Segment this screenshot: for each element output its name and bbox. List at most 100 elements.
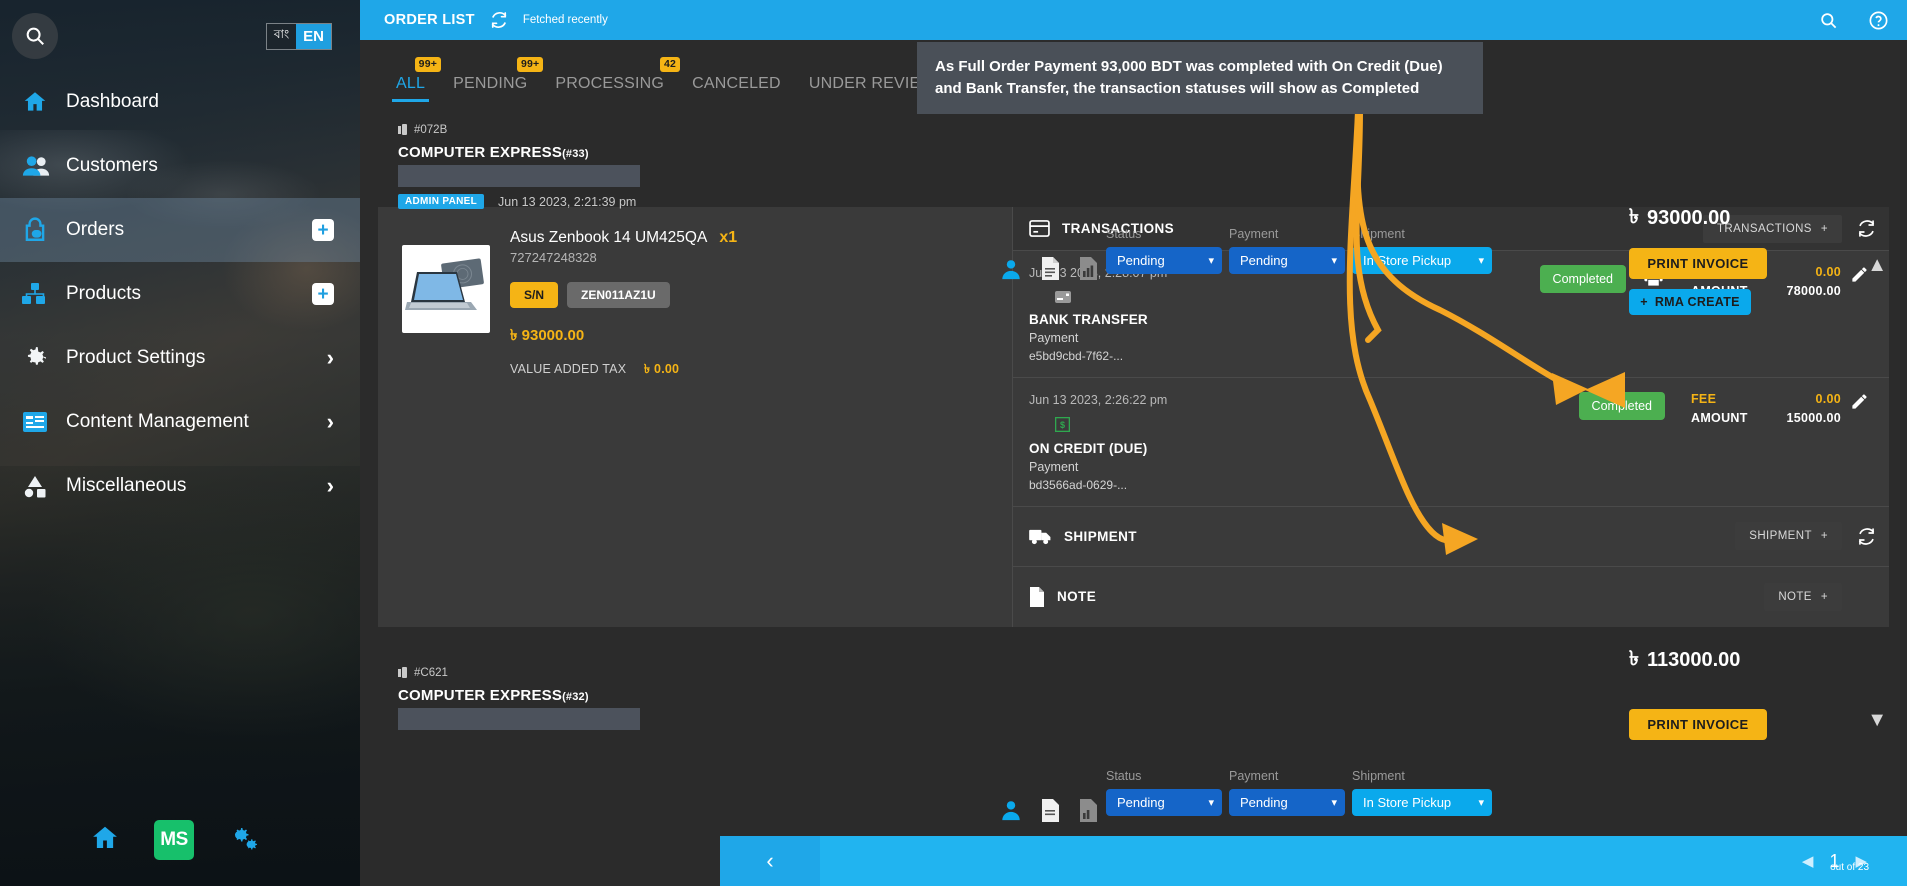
serial-number-label: S/N — [510, 282, 559, 308]
customer-ref: (#32) — [562, 690, 589, 703]
fee-value: 0.00 — [1815, 391, 1841, 406]
sidebar-search-button[interactable] — [12, 13, 58, 59]
ms-logo[interactable]: MS — [154, 820, 194, 860]
language-toggle[interactable]: বাং EN — [265, 22, 332, 50]
tab-processing[interactable]: 42 PROCESSING — [541, 57, 681, 102]
pagination-controls: ◀ 1 ▶ out of 23 — [1802, 851, 1907, 873]
settings-icon-footer[interactable] — [228, 824, 258, 857]
customer-profile-icon[interactable] — [1000, 258, 1022, 285]
sidebar-item-products[interactable]: Products + — [0, 262, 360, 326]
tab-canceled[interactable]: CANCELED — [678, 75, 795, 102]
tab-label: CANCELED — [692, 75, 781, 92]
bank-card-icon — [1055, 290, 1237, 308]
vat-label: VALUE ADDED TAX — [510, 362, 627, 376]
sidebar-item-product-settings[interactable]: Product Settings › — [0, 326, 360, 390]
add-product-button[interactable]: + — [312, 283, 334, 305]
order-total-value: 113000.00 — [1646, 648, 1741, 671]
tab-all[interactable]: 99+ ALL — [382, 57, 442, 102]
truck-icon — [1029, 529, 1051, 544]
payment-value: Pending — [1240, 794, 1288, 810]
shipment-title-group: SHIPMENT — [1029, 528, 1735, 545]
expand-order-button[interactable]: ▼ — [1867, 709, 1887, 732]
sidebar-item-miscellaneous[interactable]: Miscellaneous › — [0, 454, 360, 518]
shipment-select[interactable]: In Store Pickup ▾ — [1352, 788, 1492, 816]
sidebar-label: Customers — [66, 155, 158, 176]
tab-badge: 99+ — [414, 57, 442, 73]
status-select[interactable]: Pending ▾ — [1106, 247, 1222, 274]
status-select[interactable]: Pending ▾ — [1106, 788, 1222, 816]
status-label: Status — [1106, 768, 1142, 783]
sidebar-item-content-management[interactable]: Content Management › — [0, 390, 360, 454]
prev-page-button[interactable]: ◀ — [1802, 852, 1814, 870]
print-invoice-button[interactable]: PRINT INVOICE — [1629, 248, 1767, 279]
shipment-select[interactable]: In Store Pickup ▾ — [1352, 247, 1492, 274]
order-summary-actions: ৳ 113000.00 PRINT INVOICE — [1629, 644, 1889, 740]
serial-number-value[interactable]: ZEN011AZ1U — [567, 282, 670, 308]
order-total: ৳ 93000.00 — [1629, 202, 1889, 235]
status-value: Pending — [1117, 253, 1165, 268]
status-select-group: Status Pending ▾ — [1106, 227, 1222, 274]
add-order-button[interactable]: + — [312, 219, 334, 241]
serial-number-row: S/N ZEN011AZ1U — [510, 282, 737, 308]
transaction-status-badge[interactable]: Completed — [1539, 265, 1626, 293]
order-total-value: 93000.00 — [1646, 207, 1731, 229]
rma-create-button[interactable]: + RMA CREATE — [1629, 289, 1751, 315]
order-date: Jun 13 2023, 2:21:39 pm — [498, 194, 637, 209]
shipment-panel-header: SHIPMENT SHIPMENT + — [1013, 507, 1889, 567]
payment-select[interactable]: Pending ▾ — [1229, 788, 1345, 816]
currency-symbol: ৳ — [510, 327, 518, 344]
chevron-down-icon: ▾ — [1478, 255, 1484, 267]
transaction-reference: bd3566ad-0629-... — [1029, 477, 1128, 492]
back-button[interactable]: ‹ — [720, 836, 820, 886]
amount-label: AMOUNT — [1691, 410, 1748, 425]
add-note-button[interactable]: NOTE + — [1764, 582, 1842, 611]
customer-profile-icon[interactable] — [1000, 799, 1022, 826]
tab-pending[interactable]: 99+ PENDING — [439, 57, 544, 102]
refresh-icon[interactable] — [489, 10, 509, 30]
collapse-order-button[interactable]: ▲ — [1867, 254, 1887, 277]
refresh-shipment-icon[interactable] — [1856, 526, 1877, 547]
tab-badge: 99+ — [516, 57, 544, 73]
sidebar-item-orders[interactable]: Orders + — [0, 198, 360, 262]
amount-value: 15000.00 — [1786, 410, 1841, 425]
vat-amount: ৳ 0.00 — [644, 362, 679, 376]
help-icon[interactable] — [1868, 10, 1889, 31]
page-title: ORDER LIST — [384, 12, 475, 28]
order-id: #072B — [414, 124, 448, 136]
fee-label: FEE — [1691, 391, 1717, 406]
vat-value: 0.00 — [654, 362, 680, 376]
rma-create-label: RMA CREATE — [1654, 295, 1740, 309]
payment-select[interactable]: Pending ▾ — [1229, 247, 1345, 274]
lang-option-en[interactable]: EN — [296, 23, 331, 49]
sidebar-item-customers[interactable]: Customers — [0, 134, 360, 198]
product-sku: 727247248328 — [510, 250, 597, 265]
search-icon[interactable] — [1819, 11, 1838, 30]
pagination-bar: ‹ ◀ 1 ▶ out of 23 — [720, 836, 1907, 886]
add-shipment-button[interactable]: SHIPMENT + — [1735, 522, 1842, 551]
misc-icon — [22, 474, 66, 498]
tab-label: PROCESSING — [555, 75, 665, 92]
currency-symbol: ৳ — [1629, 647, 1639, 670]
order-report-icon[interactable] — [1078, 798, 1098, 827]
transaction-status-badge[interactable]: Completed — [1578, 391, 1665, 420]
sidebar-item-dashboard[interactable]: Dashboard — [0, 70, 360, 134]
edit-transaction-button[interactable] — [1841, 392, 1877, 411]
boxes-icon — [22, 282, 66, 306]
transaction-row: Jun 13 2023, 2:26:22 pm $ ON CREDIT (DUE… — [1013, 378, 1889, 507]
transaction-amounts: FEE 0.00 AMOUNT 15000.00 — [1691, 392, 1841, 425]
print-invoice-button[interactable]: PRINT INVOICE — [1629, 708, 1767, 740]
order-document-icon[interactable] — [1040, 257, 1060, 285]
plus-icon: + — [1820, 530, 1828, 543]
tag-icon — [398, 124, 407, 135]
chevron-right-icon: › — [326, 409, 334, 434]
order-document-icon[interactable] — [1040, 798, 1060, 827]
tab-label: PENDING — [453, 75, 528, 92]
home-icon-footer[interactable] — [90, 823, 120, 858]
transaction-type: Payment — [1029, 330, 1079, 345]
plus-icon: + — [1820, 590, 1828, 603]
order-report-icon[interactable] — [1078, 257, 1098, 285]
order-list-scroll-area[interactable]: #072B COMPUTER EXPRESS(#33) ADMIN PANEL … — [360, 102, 1907, 886]
lang-option-bn[interactable]: বাং — [266, 23, 297, 49]
product-price-value: 93000.00 — [521, 327, 585, 344]
sidebar-nav: Dashboard Customers Orders + Products + … — [0, 70, 360, 518]
